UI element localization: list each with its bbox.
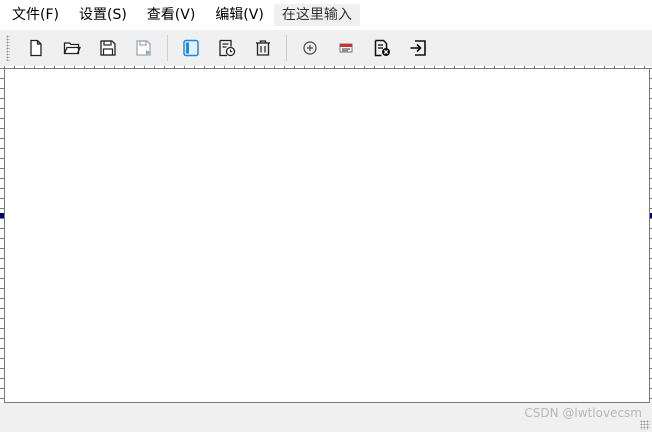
toolbar-separator: [167, 35, 168, 61]
history-icon: [219, 39, 236, 57]
menu-view[interactable]: 查看(V): [139, 4, 204, 26]
delete-button[interactable]: [245, 32, 281, 64]
flag-icon: [339, 43, 353, 53]
new-file-button[interactable]: [18, 32, 54, 64]
open-folder-button[interactable]: [54, 32, 90, 64]
delete-icon: [256, 40, 270, 56]
panel-toggle-button[interactable]: [173, 32, 209, 64]
toolbar-separator: [286, 35, 287, 61]
exit-button[interactable]: [400, 32, 436, 64]
exit-icon: [410, 40, 426, 56]
save-as-button[interactable]: [126, 32, 162, 64]
add-circle-icon: [303, 41, 317, 55]
menu-edit[interactable]: 编辑(V): [207, 4, 272, 26]
menu-type-here[interactable]: 在这里输入: [273, 4, 360, 26]
watermark-text: CSDN @lwtlovecsm: [524, 406, 642, 420]
flag-button[interactable]: [328, 32, 364, 64]
panel-icon: [183, 39, 199, 57]
menu-file[interactable]: 文件(F): [4, 4, 67, 26]
new-file-icon: [30, 39, 42, 57]
open-folder-icon: [63, 42, 81, 55]
history-button[interactable]: [209, 32, 245, 64]
export-doc-icon: [374, 39, 390, 57]
menu-bar: 文件(F) 设置(S) 查看(V) 编辑(V) 在这里输入: [0, 0, 652, 30]
save-icon: [100, 40, 116, 56]
add-button[interactable]: [292, 32, 328, 64]
save-as-icon: [136, 40, 151, 56]
toolbar-grip[interactable]: [6, 35, 10, 61]
toolbar: [0, 30, 652, 66]
export-doc-button[interactable]: [364, 32, 400, 64]
resize-grip[interactable]: [640, 420, 650, 430]
central-work-area[interactable]: [4, 68, 650, 403]
save-button[interactable]: [90, 32, 126, 64]
menu-settings[interactable]: 设置(S): [71, 4, 135, 26]
